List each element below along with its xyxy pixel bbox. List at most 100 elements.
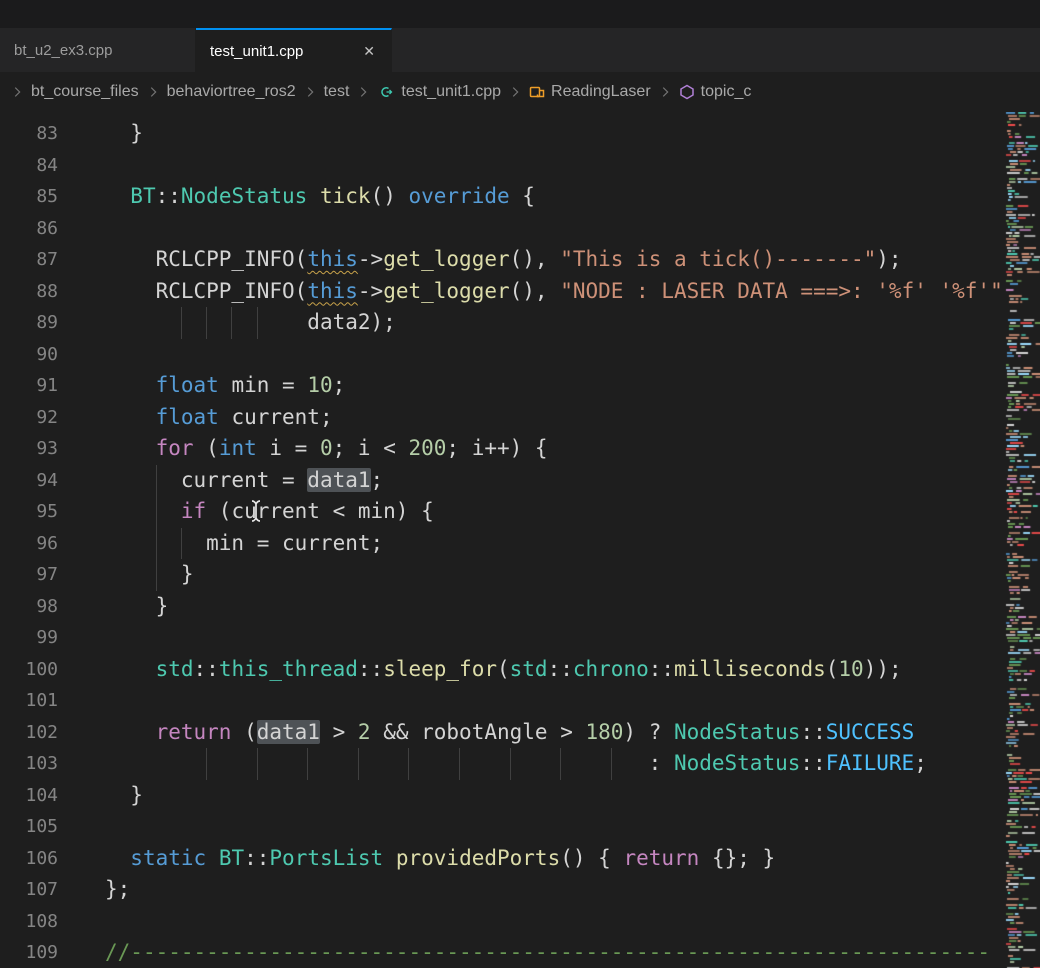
breadcrumb-item-bt-course-files[interactable]: bt_course_files: [31, 83, 139, 101]
code-token: (: [295, 279, 308, 303]
code-token: [383, 846, 396, 870]
line-number: 98: [0, 591, 58, 623]
code-token: ));: [864, 657, 902, 681]
code-editor[interactable]: 83 }8485 BT::NodeStatus tick() override …: [0, 112, 1005, 968]
code-token: this: [307, 279, 358, 303]
code-token: return: [156, 720, 232, 744]
code-line[interactable]: 86: [0, 213, 1005, 245]
code-token: [105, 279, 156, 303]
line-number: 86: [0, 213, 58, 245]
code-token: );: [876, 247, 901, 271]
code-line[interactable]: 92 float current;: [0, 402, 1005, 434]
code-line-text: BT::NodeStatus tick() override {: [105, 181, 1005, 213]
code-line[interactable]: 85 BT::NodeStatus tick() override {: [0, 181, 1005, 213]
tab-test-unit1-cpp[interactable]: test_unit1.cpp ✕: [196, 28, 392, 72]
code-token: ;: [914, 751, 927, 775]
code-token: get_logger: [383, 247, 509, 271]
code-token: current =: [105, 468, 307, 492]
code-line[interactable]: 83 }: [0, 118, 1005, 150]
code-line-text: current = data1;: [105, 465, 1005, 497]
code-line[interactable]: 93 for (int i = 0; i < 200; i++) {: [0, 433, 1005, 465]
code-token: ::: [358, 657, 383, 681]
code-line[interactable]: 90: [0, 339, 1005, 371]
code-token: SUCCESS: [826, 720, 915, 744]
code-line[interactable]: 87 RCLCPP_INFO(this->get_logger(), "This…: [0, 244, 1005, 276]
code-token: (: [295, 247, 308, 271]
code-token: min = current;: [105, 531, 383, 555]
code-token: {}; }: [699, 846, 775, 870]
breadcrumb-item-readinglaser[interactable]: ReadingLaser: [529, 83, 651, 101]
code-token: //: [105, 940, 130, 964]
code-line-text: [105, 906, 1005, 938]
code-token: this: [307, 247, 358, 271]
code-token: [105, 373, 156, 397]
code-token: ;: [371, 468, 384, 492]
code-line[interactable]: 103 : NodeStatus::FAILURE;: [0, 748, 1005, 780]
code-line[interactable]: 108: [0, 906, 1005, 938]
code-line[interactable]: 102 return (data1 > 2 && robotAngle > 18…: [0, 717, 1005, 749]
code-line[interactable]: 95 if (current < min) {: [0, 496, 1005, 528]
indent-guide: [206, 748, 207, 780]
code-line[interactable]: 94 current = data1;: [0, 465, 1005, 497]
code-line[interactable]: 109 //-----------------------------------…: [0, 937, 1005, 968]
indent-guide: [156, 559, 157, 591]
code-token: NodeStatus: [181, 184, 307, 208]
code-line[interactable]: 97 }: [0, 559, 1005, 591]
code-token: std: [156, 657, 194, 681]
code-line-text: }: [105, 118, 1005, 150]
code-line-text: RCLCPP_INFO(this->get_logger(), "This is…: [105, 244, 1005, 276]
code-line[interactable]: 105: [0, 811, 1005, 843]
breadcrumb-item-test[interactable]: test: [324, 83, 350, 101]
code-line[interactable]: 84: [0, 150, 1005, 182]
code-line-text: };: [105, 874, 1005, 906]
line-number: 89: [0, 307, 58, 339]
code-token: [105, 657, 156, 681]
code-token: };: [105, 877, 130, 901]
code-token: float: [156, 405, 219, 429]
indent-guide: [459, 748, 460, 780]
code-token: [105, 499, 181, 523]
tab-bt-u2-ex3-cpp[interactable]: bt_u2_ex3.cpp: [0, 28, 196, 72]
code-token: ----------------------------------------…: [130, 940, 990, 964]
code-token: data1: [257, 720, 320, 744]
close-icon[interactable]: ✕: [361, 42, 377, 60]
code-line[interactable]: 99: [0, 622, 1005, 654]
code-line[interactable]: 98 }: [0, 591, 1005, 623]
code-line[interactable]: 91 float min = 10;: [0, 370, 1005, 402]
code-token: [307, 184, 320, 208]
code-line[interactable]: 96 min = current;: [0, 528, 1005, 560]
method-symbol-icon: [679, 84, 695, 100]
line-number: 92: [0, 402, 58, 434]
code-token: ::: [800, 751, 825, 775]
code-token: ::: [649, 657, 674, 681]
minimap[interactable]: [1005, 112, 1040, 968]
breadcrumb-item-test-unit1-cpp[interactable]: test_unit1.cpp: [377, 83, 501, 101]
line-number: 100: [0, 654, 58, 686]
line-number: 84: [0, 150, 58, 182]
code-token: providedPorts: [396, 846, 560, 870]
code-token: ; i <: [333, 436, 409, 460]
code-line[interactable]: 88 RCLCPP_INFO(this->get_logger(), "NODE…: [0, 276, 1005, 308]
breadcrumb-item-topic[interactable]: topic_c: [679, 83, 752, 101]
code-line[interactable]: 107};: [0, 874, 1005, 906]
breadcrumb-item-behaviortree-ros2[interactable]: behaviortree_ros2: [167, 83, 296, 101]
code-token: (: [826, 657, 839, 681]
code-line[interactable]: 104 }: [0, 780, 1005, 812]
code-line[interactable]: 100 std::this_thread::sleep_for(std::chr…: [0, 654, 1005, 686]
code-token: (),: [510, 279, 561, 303]
line-number: 99: [0, 622, 58, 654]
indent-guide: [181, 528, 182, 560]
code-line-text: [105, 811, 1005, 843]
code-line-text: [105, 622, 1005, 654]
chevron-right-icon: [10, 85, 24, 99]
code-token: [105, 247, 156, 271]
code-line[interactable]: 101: [0, 685, 1005, 717]
code-token: BT: [219, 846, 244, 870]
code-line[interactable]: 89 data2);: [0, 307, 1005, 339]
code-line[interactable]: 106 static BT::PortsList providedPorts()…: [0, 843, 1005, 875]
code-line-text: }: [105, 559, 1005, 591]
line-number: 109: [0, 937, 58, 968]
code-token: NodeStatus: [674, 720, 800, 744]
code-line-text: : NodeStatus::FAILURE;: [105, 748, 1005, 780]
line-number: 101: [0, 685, 58, 717]
